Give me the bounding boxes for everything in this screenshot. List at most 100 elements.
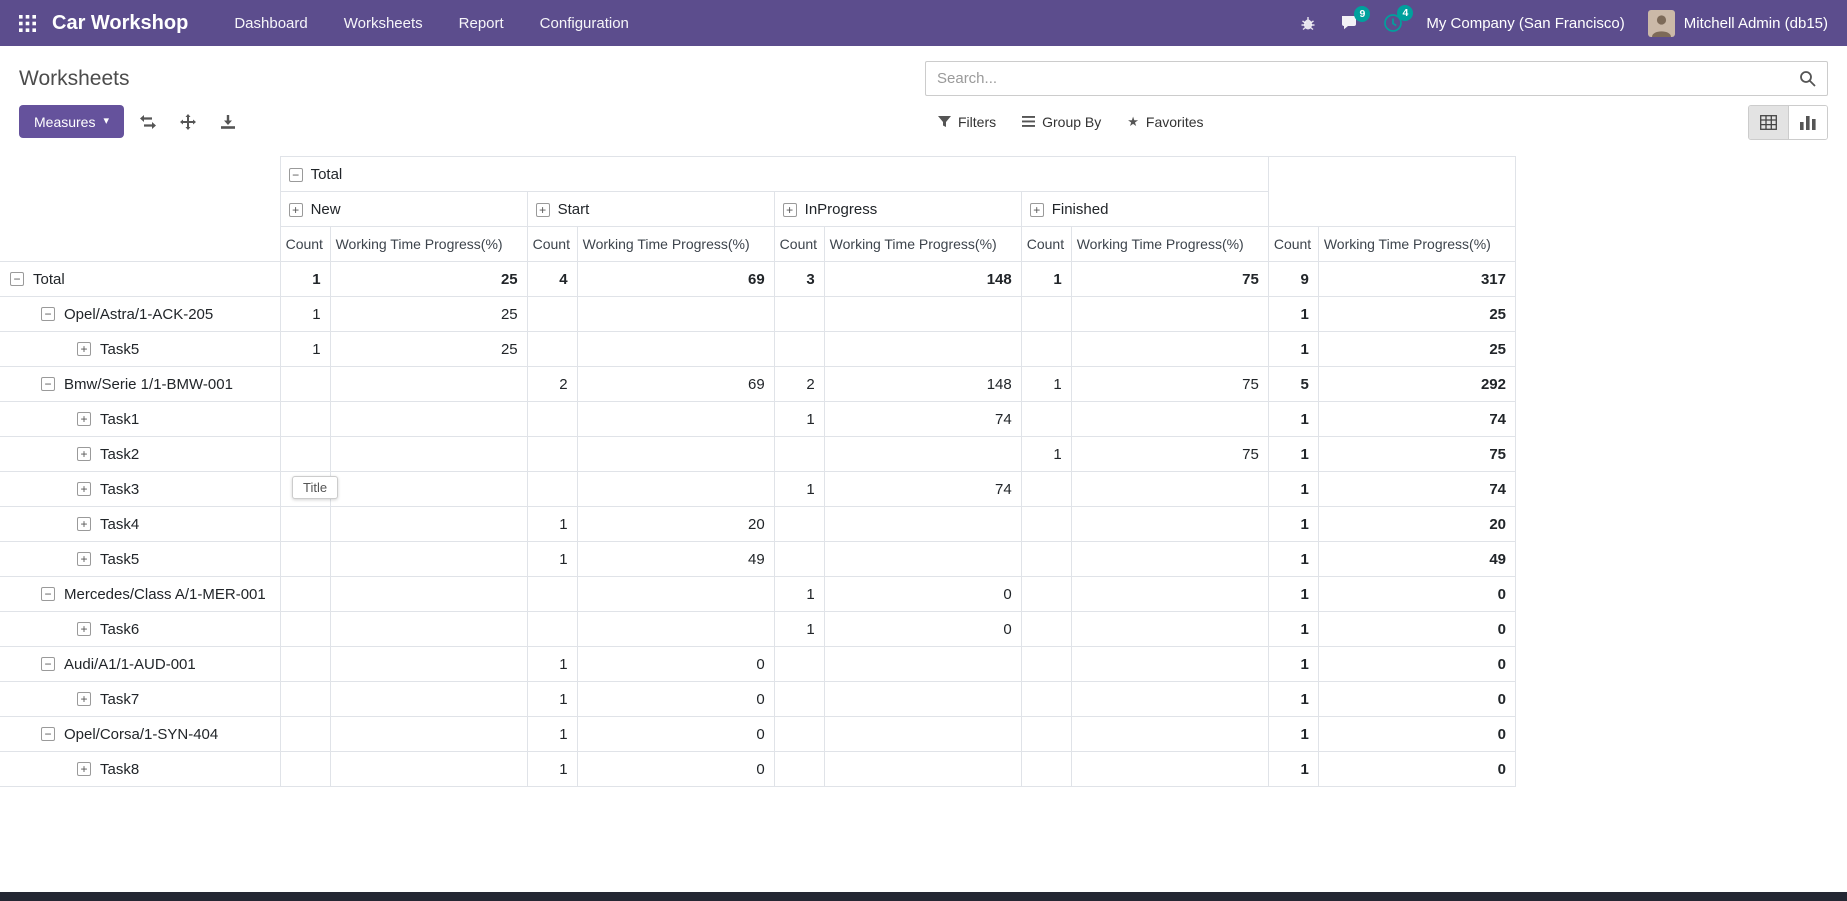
expand-icon[interactable]: +: [783, 203, 797, 217]
download-xlsx-icon[interactable]: [211, 105, 244, 138]
pivot-measure-header[interactable]: Working Time Progress(%): [577, 227, 774, 262]
pivot-measure-header[interactable]: Working Time Progress(%): [330, 227, 527, 262]
pivot-measure-header[interactable]: Count: [774, 227, 824, 262]
pivot-row-mercedes-class-a-1-mer-001[interactable]: −Mercedes/Class A/1-MER-001: [0, 577, 280, 612]
pivot-cell: 1: [1021, 262, 1071, 297]
expand-icon[interactable]: +: [536, 203, 550, 217]
pivot-row-task7[interactable]: +Task7: [0, 682, 280, 717]
pivot-cell: [1021, 402, 1071, 437]
pivot-cell: 0: [577, 717, 774, 752]
pivot-measure-header[interactable]: Working Time Progress(%): [824, 227, 1021, 262]
group-by-button[interactable]: Group By: [1009, 105, 1114, 138]
pivot-row-task8[interactable]: +Task8: [0, 752, 280, 787]
pivot-view-button[interactable]: [1749, 106, 1788, 139]
pivot-header-group-new[interactable]: +New: [280, 192, 527, 227]
pivot-header-group-finished[interactable]: +Finished: [1021, 192, 1268, 227]
apps-grid-icon[interactable]: [19, 15, 36, 32]
pivot-measure-header[interactable]: Working Time Progress(%): [1071, 227, 1268, 262]
taskbar-strip: [0, 892, 1847, 901]
pivot-measure-header[interactable]: Count: [1268, 227, 1318, 262]
page-title: Worksheets: [19, 67, 130, 91]
pivot-cell: 0: [1318, 717, 1515, 752]
pivot-row-opel-astra-1-ack-205[interactable]: −Opel/Astra/1-ACK-205: [0, 297, 280, 332]
expand-icon[interactable]: +: [77, 517, 91, 531]
pivot-cell: 49: [577, 542, 774, 577]
graph-view-button[interactable]: [1788, 106, 1827, 139]
collapse-icon[interactable]: −: [41, 307, 55, 321]
expand-icon[interactable]: +: [77, 552, 91, 566]
pivot-cell: 9: [1268, 262, 1318, 297]
expand-icon[interactable]: +: [77, 447, 91, 461]
pivot-cell: 1: [1021, 437, 1071, 472]
pivot-row-task6[interactable]: +Task6: [0, 612, 280, 647]
pivot-header-group-inprogress[interactable]: +InProgress: [774, 192, 1021, 227]
collapse-icon[interactable]: −: [41, 587, 55, 601]
app-title[interactable]: Car Workshop: [52, 12, 188, 35]
pivot-row-task5[interactable]: +Task5: [0, 542, 280, 577]
filters-label: Filters: [958, 114, 996, 130]
pivot-cell: [824, 437, 1021, 472]
pivot-cell: 1: [527, 507, 577, 542]
messages-icon[interactable]: 9: [1340, 14, 1360, 32]
pivot-row-total[interactable]: −Total: [0, 262, 280, 297]
search-icon[interactable]: [1799, 70, 1816, 92]
expand-icon[interactable]: +: [77, 692, 91, 706]
pivot-cell: [280, 542, 330, 577]
expand-icon[interactable]: +: [77, 342, 91, 356]
table-row: +Task5149149: [0, 542, 1516, 577]
pivot-row-opel-corsa-1-syn-404[interactable]: −Opel/Corsa/1-SYN-404: [0, 717, 280, 752]
pivot-view: −Total+New+Start+InProgress+FinishedCoun…: [0, 156, 1847, 787]
collapse-icon[interactable]: −: [41, 377, 55, 391]
pivot-measure-header[interactable]: Count: [1021, 227, 1071, 262]
expand-all-icon[interactable]: [171, 105, 204, 138]
search-bar: [925, 61, 1828, 96]
collapse-icon[interactable]: −: [41, 657, 55, 671]
company-switcher[interactable]: My Company (San Francisco): [1426, 15, 1624, 32]
expand-icon[interactable]: +: [289, 203, 303, 217]
collapse-icon[interactable]: −: [10, 272, 24, 286]
pivot-row-bmw-serie-1-1-bmw-001[interactable]: −Bmw/Serie 1/1-BMW-001: [0, 367, 280, 402]
measures-button[interactable]: Measures ▾: [19, 105, 124, 138]
pivot-cell: [527, 332, 577, 367]
expand-icon[interactable]: +: [1030, 203, 1044, 217]
pivot-measure-header[interactable]: Count: [280, 227, 330, 262]
nav-item-configuration[interactable]: Configuration: [540, 15, 629, 32]
pivot-measure-header[interactable]: Working Time Progress(%): [1318, 227, 1515, 262]
expand-icon[interactable]: +: [77, 622, 91, 636]
pivot-measure-header[interactable]: Count: [527, 227, 577, 262]
expand-icon[interactable]: +: [77, 762, 91, 776]
expand-icon[interactable]: +: [77, 412, 91, 426]
pivot-row-task4[interactable]: +Task4: [0, 507, 280, 542]
nav-item-dashboard[interactable]: Dashboard: [234, 15, 307, 32]
pivot-row-task3[interactable]: +Task3: [0, 472, 280, 507]
pivot-cell: [577, 472, 774, 507]
pivot-cell: [1021, 507, 1071, 542]
pivot-row-task5[interactable]: +Task5: [0, 332, 280, 367]
pivot-cell: [1071, 507, 1268, 542]
search-input[interactable]: [925, 61, 1828, 96]
activity-clock-icon[interactable]: 4: [1383, 13, 1403, 33]
pivot-cell: 75: [1071, 262, 1268, 297]
pivot-row-task1[interactable]: +Task1: [0, 402, 280, 437]
pivot-cell: [774, 752, 824, 787]
favorites-button[interactable]: ★ Favorites: [1114, 105, 1216, 138]
pivot-cell: [774, 332, 824, 367]
pivot-row-task2[interactable]: +Task2: [0, 437, 280, 472]
pivot-row-audi-a1-1-aud-001[interactable]: −Audi/A1/1-AUD-001: [0, 647, 280, 682]
collapse-icon[interactable]: −: [289, 168, 303, 182]
pivot-cell: 69: [577, 262, 774, 297]
user-menu[interactable]: Mitchell Admin (db15): [1648, 10, 1828, 37]
filters-button[interactable]: Filters: [925, 105, 1009, 138]
expand-icon[interactable]: +: [77, 482, 91, 496]
pivot-header-group-start[interactable]: +Start: [527, 192, 774, 227]
collapse-icon[interactable]: −: [41, 727, 55, 741]
table-row: +Task2175175: [0, 437, 1516, 472]
table-row: −Total12546931481759317: [0, 262, 1516, 297]
pivot-header-total[interactable]: −Total: [280, 157, 1268, 192]
flip-axis-icon[interactable]: [131, 105, 164, 138]
debug-bug-icon[interactable]: [1299, 14, 1317, 32]
nav-item-worksheets[interactable]: Worksheets: [344, 15, 423, 32]
pivot-cell: 20: [1318, 507, 1515, 542]
messages-badge: 9: [1354, 6, 1370, 22]
nav-item-report[interactable]: Report: [459, 15, 504, 32]
